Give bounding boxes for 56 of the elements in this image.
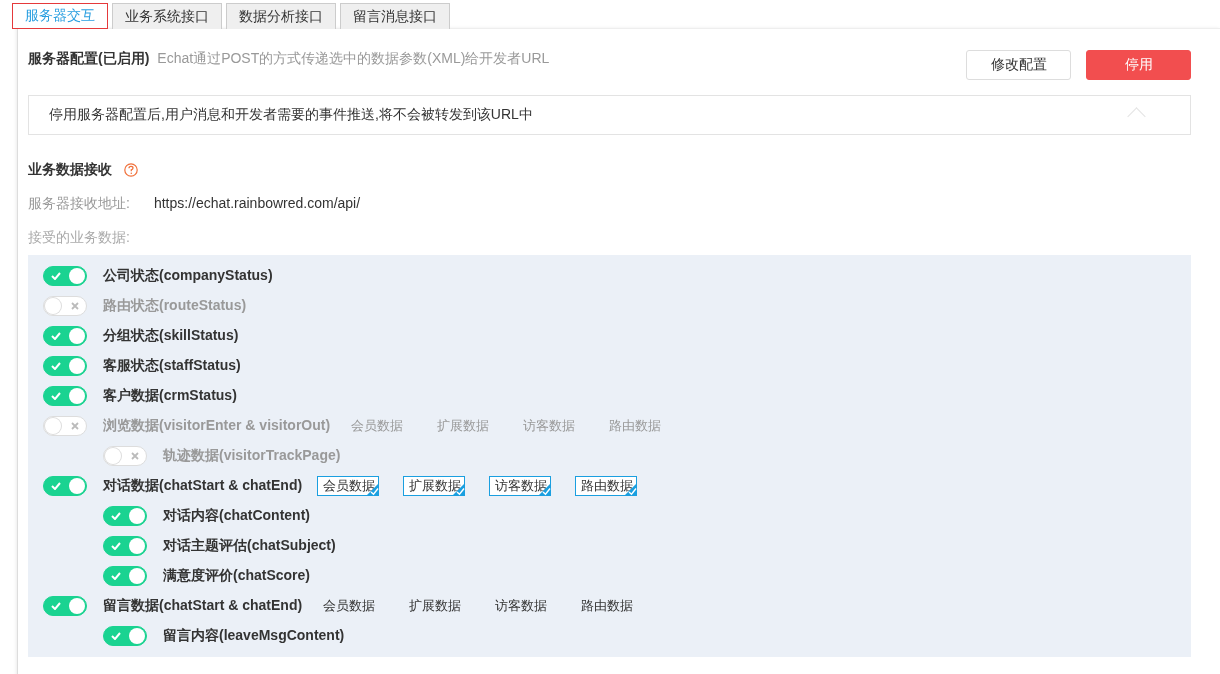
item-label: 公司状态(companyStatus) xyxy=(103,267,273,285)
toggle-switch[interactable] xyxy=(103,626,147,646)
check-icon xyxy=(111,512,121,520)
check-icon xyxy=(51,272,61,280)
item-label: 留言数据(chatStart & chatEnd) xyxy=(103,597,303,615)
edit-config-button[interactable]: 修改配置 xyxy=(966,50,1071,80)
item-label: 对话数据(chatStart & chatEnd) xyxy=(103,477,303,495)
cross-icon xyxy=(131,452,139,460)
notice-text: 停用服务器配置后,用户消息和开发者需要的事件推送,将不会被转发到该URL中 xyxy=(49,106,533,124)
toggle-switch[interactable] xyxy=(103,566,147,586)
section-title: 业务数据接收 xyxy=(28,161,112,179)
toggle-switch[interactable] xyxy=(43,416,87,436)
check-icon xyxy=(111,632,121,640)
item-label: 对话内容(chatContent) xyxy=(163,507,310,525)
toggle-switch[interactable] xyxy=(43,476,87,496)
url-text: https://echat.rainbowred.com/api/ xyxy=(153,195,361,213)
toggle-switch[interactable] xyxy=(103,536,147,556)
check-icon xyxy=(51,392,61,400)
tab[interactable]: 数据分析接口 xyxy=(226,3,336,29)
tab[interactable]: 留言消息接口 xyxy=(340,3,450,29)
option-checkbox[interactable]: 扩展数据 xyxy=(403,596,466,616)
field-label: 接受的业务数据: xyxy=(28,229,131,247)
item-label: 轨迹数据(visitorTrackPage) xyxy=(163,447,341,465)
item-label: 客户数据(crmStatus) xyxy=(103,387,237,405)
cross-icon xyxy=(71,302,79,310)
check-icon xyxy=(111,572,121,580)
option-checkbox[interactable]: 会员数据 xyxy=(317,596,380,616)
toggle-switch[interactable] xyxy=(43,296,87,316)
toggle-switch[interactable] xyxy=(43,266,87,286)
cross-icon xyxy=(71,422,79,430)
field-label: 服务器接收地址: xyxy=(28,195,130,213)
tab[interactable]: 业务系统接口 xyxy=(112,3,222,29)
toggle-switch[interactable] xyxy=(43,356,87,376)
check-icon xyxy=(51,332,61,340)
toggle-switch[interactable] xyxy=(103,506,147,526)
toggle-switch[interactable] xyxy=(43,386,87,406)
check-icon xyxy=(51,602,61,610)
item-label: 满意度评价(chatScore) xyxy=(163,567,311,585)
toggle-switch[interactable] xyxy=(103,446,147,466)
item-label: 客服状态(staffStatus) xyxy=(103,357,241,375)
item-label: 对话主题评估(chatSubject) xyxy=(163,537,336,555)
description-text: Echat通过POST的方式传递选中的数据参数(XML)给开发者URL xyxy=(157,50,550,68)
help-icon[interactable] xyxy=(124,163,138,177)
item-label: 分组状态(skillStatus) xyxy=(103,327,239,345)
toggle-switch[interactable] xyxy=(43,326,87,346)
check-icon xyxy=(51,482,61,490)
section-title: 服务器配置(已启用) xyxy=(28,50,150,68)
check-icon xyxy=(51,362,61,370)
option-checkbox[interactable]: 路由数据 xyxy=(575,596,638,616)
item-label: 浏览数据(visitorEnter & visitorOut) xyxy=(103,417,331,435)
option-checkbox[interactable]: 访客数据 xyxy=(489,596,552,616)
item-label: 路由状态(routeStatus) xyxy=(103,297,247,315)
toggle-switch[interactable] xyxy=(43,596,87,616)
check-icon xyxy=(111,542,121,550)
item-label: 留言内容(leaveMsgContent) xyxy=(163,627,345,645)
disable-button[interactable]: 停用 xyxy=(1086,50,1191,80)
